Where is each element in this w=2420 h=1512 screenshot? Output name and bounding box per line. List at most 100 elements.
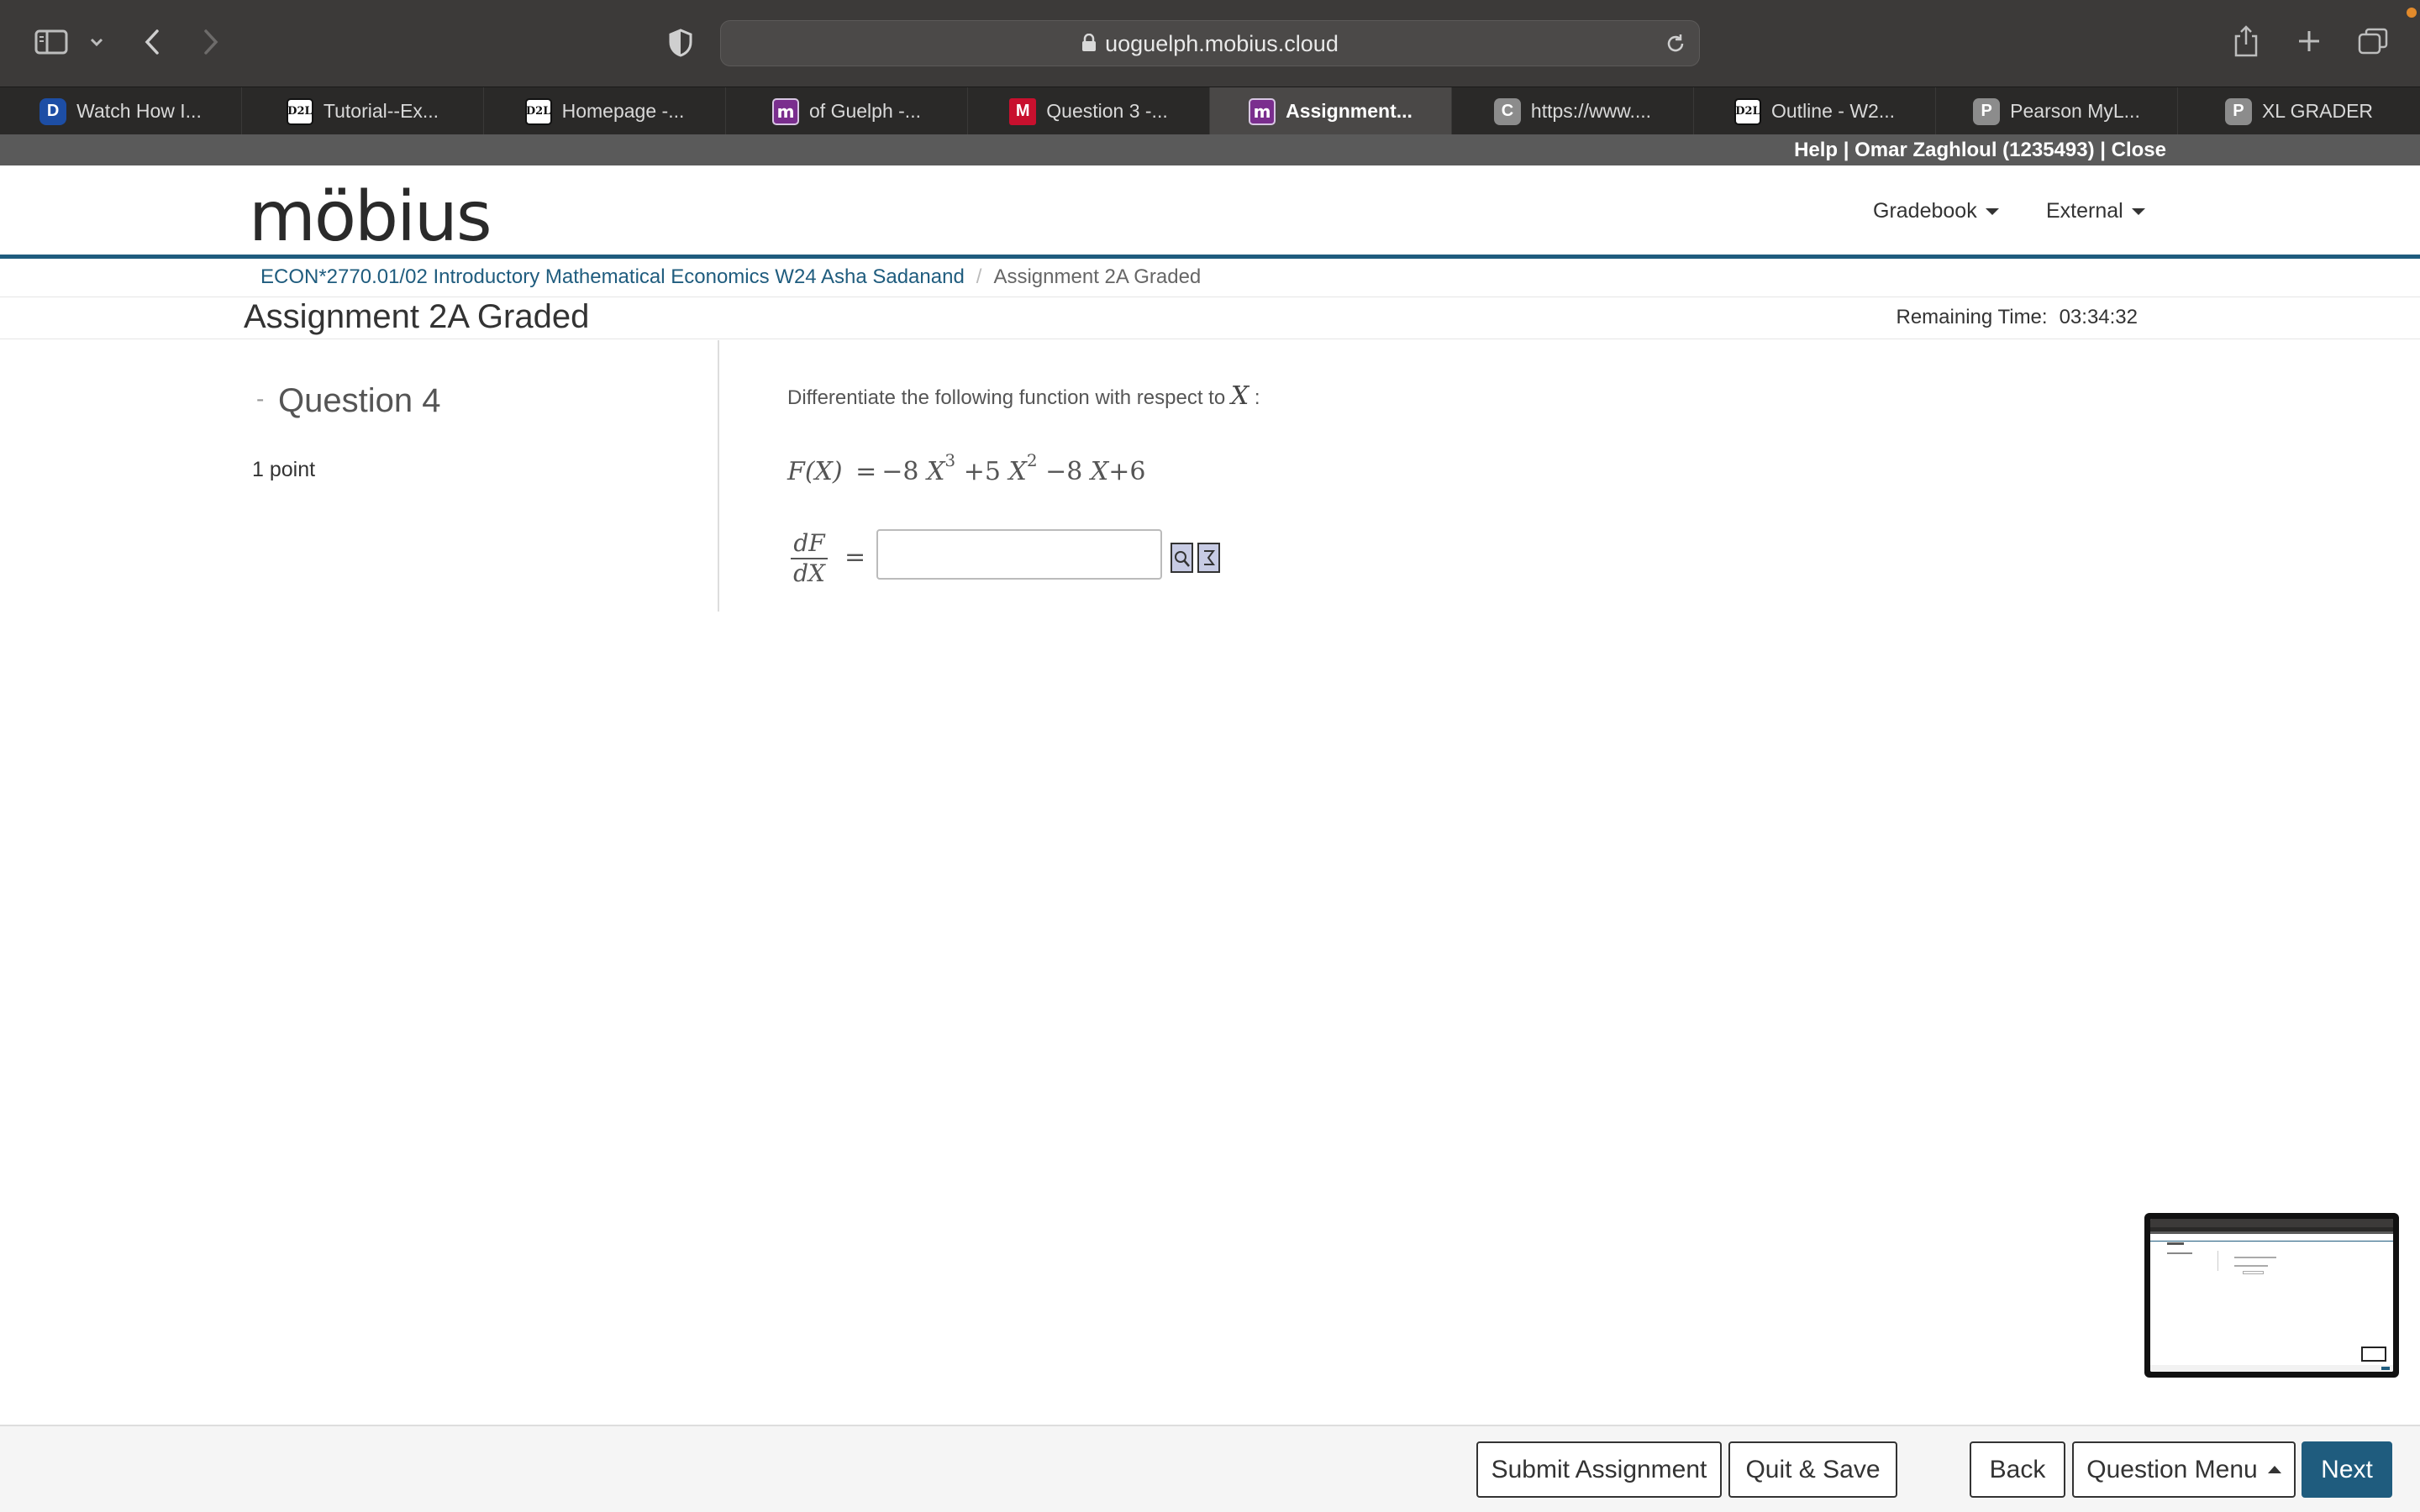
breadcrumb-separator: / bbox=[976, 265, 982, 288]
browser-tab[interactable]: D Watch How I... bbox=[0, 87, 242, 135]
mobius-icon: m bbox=[772, 97, 800, 125]
remaining-time-value: 03:34:32 bbox=[2059, 306, 2138, 328]
variable: X bbox=[1230, 381, 1249, 411]
eq-t1-var: X bbox=[927, 457, 945, 486]
tab-label: Question 3 -... bbox=[1046, 100, 1168, 122]
derivative-denominator: dX bbox=[793, 559, 825, 587]
new-tab-plus-icon[interactable] bbox=[2295, 27, 2323, 55]
question-menu-button[interactable]: Question Menu bbox=[2072, 1441, 2296, 1498]
privacy-shield-icon[interactable] bbox=[666, 27, 695, 59]
eq-lhs: F bbox=[787, 457, 805, 486]
gradebook-menu[interactable]: Gradebook bbox=[1873, 199, 1999, 223]
d2l-icon: D2L bbox=[1734, 97, 1761, 125]
separator: | bbox=[2094, 139, 2112, 161]
gradebook-menu-label: Gradebook bbox=[1873, 199, 1977, 223]
thumbnail-image bbox=[2150, 1219, 2393, 1372]
page-title: Assignment 2A Graded bbox=[244, 298, 590, 335]
preview-icon[interactable] bbox=[1171, 543, 1193, 573]
url-text: uoguelph.mobius.cloud bbox=[1105, 31, 1339, 56]
remaining-time-label: Remaining Time: bbox=[1896, 306, 2048, 328]
c-icon: C bbox=[1493, 97, 1521, 125]
site-header: möbius Gradebook External bbox=[0, 165, 2420, 259]
caret-up-icon bbox=[2267, 1466, 2281, 1473]
lock-icon bbox=[1081, 22, 1097, 68]
browser-tab[interactable]: D2L Homepage -... bbox=[484, 87, 726, 135]
chevron-down-icon[interactable] bbox=[87, 32, 106, 52]
caret-down-icon bbox=[2131, 208, 2145, 216]
question-instruction: Differentiate the following function wit… bbox=[787, 381, 1260, 411]
tab-label: https://www.... bbox=[1530, 100, 1652, 122]
tab-label: of Guelph -... bbox=[809, 100, 921, 122]
assignment-title-bar: Assignment 2A Graded Remaining Time: 03:3… bbox=[0, 297, 2420, 339]
derivative-numerator: dF bbox=[791, 529, 828, 559]
d2l-icon: D2L bbox=[286, 97, 313, 125]
tab-label: Outline - W2... bbox=[1771, 100, 1895, 122]
forward-arrow-icon[interactable] bbox=[198, 25, 224, 59]
answer-input[interactable] bbox=[876, 529, 1162, 580]
remaining-time: Remaining Time: 03:34:32 bbox=[1897, 306, 2139, 329]
user-bar: Help | Omar Zaghloul (1235493) | Close bbox=[0, 134, 2420, 165]
browser-tab-active[interactable]: m Assignment... bbox=[1210, 87, 1452, 135]
function-equation: F(X) = −8 X3 +5 X2 −8 X+6 bbox=[787, 450, 1146, 486]
p-icon: P bbox=[1973, 97, 2001, 125]
mobius-icon: m bbox=[1249, 97, 1276, 125]
tab-label: Tutorial--Ex... bbox=[323, 100, 439, 122]
eq-t1-coef: −8 bbox=[881, 457, 919, 486]
eq-t4: 6 bbox=[1129, 457, 1146, 486]
submit-assignment-button[interactable]: Submit Assignment bbox=[1476, 1441, 1722, 1498]
browser-tab[interactable]: P XL GRADER bbox=[2178, 87, 2420, 135]
screenshot-thumbnail[interactable] bbox=[2144, 1213, 2399, 1378]
collapse-toggle[interactable]: - bbox=[256, 386, 264, 412]
browser-tab[interactable]: D2L Outline - W2... bbox=[1694, 87, 1936, 135]
browser-tab[interactable]: D2L Tutorial--Ex... bbox=[242, 87, 484, 135]
browser-tab[interactable]: Chttps://www.... bbox=[1452, 87, 1694, 135]
browser-toolbar: uoguelph.mobius.cloud bbox=[0, 0, 2420, 87]
back-button[interactable]: Back bbox=[1970, 1441, 2065, 1498]
eq-t3-coef: 8 bbox=[1066, 457, 1083, 486]
reload-icon[interactable] bbox=[1664, 32, 1687, 55]
close-link[interactable]: Close bbox=[2112, 139, 2166, 161]
browser-tab[interactable]: M Question 3 -... bbox=[968, 87, 1210, 135]
notification-dot-icon bbox=[2407, 8, 2417, 18]
tab-label: XL GRADER bbox=[2261, 100, 2374, 122]
eq-t2-exp: 2 bbox=[1026, 450, 1038, 470]
mobius-logo[interactable]: möbius bbox=[249, 177, 492, 257]
next-button[interactable]: Next bbox=[2302, 1441, 2392, 1498]
eq-op2: + bbox=[963, 457, 985, 486]
sidebar-toggle-icon[interactable] bbox=[34, 27, 69, 57]
help-link[interactable]: Help bbox=[1794, 139, 1838, 161]
external-menu-label: External bbox=[2046, 199, 2123, 223]
instruction-text: Differentiate the following function wit… bbox=[787, 386, 1226, 409]
breadcrumb: ECON*2770.01/02 Introductory Mathematica… bbox=[260, 265, 1201, 289]
breadcrumb-course-link[interactable]: ECON*2770.01/02 Introductory Mathematica… bbox=[260, 265, 965, 288]
eq-t2-var: X bbox=[1008, 457, 1027, 486]
equation-editor-icon[interactable] bbox=[1197, 543, 1220, 573]
disney-plus-icon: D bbox=[39, 97, 67, 125]
eq-op4: + bbox=[1108, 457, 1130, 486]
eq-t3-var: X bbox=[1090, 457, 1109, 486]
tab-label: Pearson MyL... bbox=[2010, 100, 2140, 122]
tab-overview-icon[interactable] bbox=[2356, 25, 2390, 57]
tab-label: Watch How I... bbox=[76, 100, 202, 122]
eq-t1-exp: 3 bbox=[944, 450, 956, 470]
browser-tab[interactable]: P Pearson MyL... bbox=[1936, 87, 2178, 135]
question-title: Question 4 bbox=[278, 382, 441, 419]
tab-label: Homepage -... bbox=[561, 100, 685, 122]
external-menu[interactable]: External bbox=[2046, 199, 2145, 223]
eq-arg: (X) bbox=[804, 457, 843, 486]
eq-t2-coef: 5 bbox=[984, 457, 1001, 486]
question-info-panel: - Question 4 1 point bbox=[0, 340, 719, 612]
quit-save-button[interactable]: Quit & Save bbox=[1728, 1441, 1897, 1498]
tab-label: Assignment... bbox=[1286, 100, 1413, 122]
user-name: Omar Zaghloul (1235493) bbox=[1854, 139, 2095, 161]
back-arrow-icon[interactable] bbox=[139, 25, 165, 59]
question-points: 1 point bbox=[252, 458, 316, 481]
breadcrumb-current: Assignment 2A Graded bbox=[993, 265, 1202, 288]
instruction-colon: : bbox=[1254, 386, 1260, 409]
derivative-fraction: dF dX bbox=[791, 529, 828, 588]
browser-tab[interactable]: m of Guelph -... bbox=[726, 87, 968, 135]
share-icon[interactable] bbox=[2231, 24, 2261, 59]
tab-strip: D Watch How I... D2L Tutorial--Ex... D2L Ho… bbox=[0, 87, 2420, 135]
address-bar[interactable]: uoguelph.mobius.cloud bbox=[720, 20, 1700, 66]
footer-action-bar: Submit Assignment Quit & Save Back Quest… bbox=[0, 1425, 2420, 1512]
